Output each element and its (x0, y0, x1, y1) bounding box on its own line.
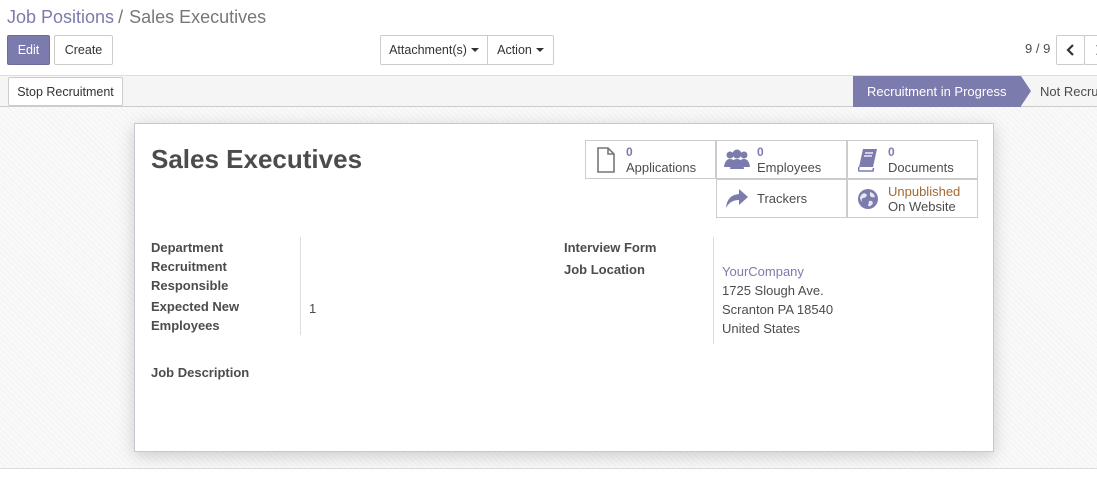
pager-value[interactable]: 9 / 9 (1025, 41, 1050, 56)
field-divider (713, 237, 714, 344)
stage-recruitment-in-progress[interactable]: Recruitment in Progress (853, 76, 1031, 107)
edit-button[interactable]: Edit (7, 35, 50, 65)
applications-button[interactable]: 0 Applications (585, 140, 716, 179)
chevron-right-icon (1095, 44, 1097, 56)
documents-count: 0 (888, 144, 895, 159)
attachments-dropdown[interactable]: Attachment(s) (380, 35, 488, 65)
website-status: Unpublished (888, 183, 961, 199)
applications-count: 0 (626, 144, 633, 159)
action-dropdown[interactable]: Action (487, 35, 554, 65)
recruitment-responsible-label-1: Recruitment (151, 259, 227, 274)
expected-employees-label-2: Employees (151, 318, 220, 333)
caret-down-icon (470, 48, 479, 52)
action-label: Action (497, 43, 532, 57)
website-label: On Website (888, 198, 956, 214)
employees-count: 0 (757, 144, 764, 159)
trackers-button[interactable]: Trackers (716, 179, 847, 218)
breadcrumb-job-positions[interactable]: Job Positions (7, 7, 114, 27)
attachments-label: Attachment(s) (389, 43, 467, 57)
trackers-label: Trackers (757, 191, 808, 206)
recruitment-responsible-label-2: Responsible (151, 278, 229, 293)
pager-previous-button[interactable] (1056, 35, 1085, 65)
users-icon (717, 149, 757, 171)
breadcrumb-separator: / (118, 7, 124, 27)
caret-down-icon (535, 48, 544, 52)
pager-next-button[interactable] (1084, 35, 1097, 65)
job-location-company-link[interactable]: YourCompany (722, 262, 804, 281)
control-panel: Job Positions / Sales Executives Edit Crea… (0, 0, 1097, 75)
employees-label: Employees (757, 159, 822, 175)
job-location-label: Job Location (564, 262, 645, 277)
employees-button[interactable]: 0 Employees (716, 140, 847, 179)
job-description-label: Job Description (151, 365, 250, 380)
job-location-city: Scranton PA 18540 (722, 302, 834, 317)
globe-icon (848, 188, 888, 210)
stop-recruitment-button[interactable]: Stop Recruitment (8, 77, 123, 106)
stage-not-recruiting[interactable]: Not Recruiting (1040, 76, 1097, 107)
book-icon (848, 148, 888, 172)
create-button[interactable]: Create (54, 35, 113, 65)
job-location-street: 1725 Slough Ave. (722, 283, 824, 298)
form-sheet: Sales Executives 0 Applications 0 Employee… (134, 123, 994, 452)
documents-button[interactable]: 0 Documents (847, 140, 978, 179)
interview-form-label: Interview Form (564, 240, 657, 255)
share-arrow-icon (717, 188, 757, 210)
breadcrumb: Job Positions / Sales Executives (7, 6, 266, 28)
applications-label: Applications (626, 159, 697, 175)
chevron-left-icon (1065, 44, 1074, 56)
department-label: Department (151, 240, 224, 255)
file-icon (586, 146, 626, 173)
job-title: Sales Executives (151, 144, 363, 174)
expected-employees-label-1: Expected New (151, 299, 240, 314)
website-publish-button[interactable]: Unpublished On Website (847, 179, 978, 218)
field-divider (300, 237, 301, 335)
status-bar: Stop Recruitment Recruitment in Progress… (0, 75, 1097, 107)
documents-label: Documents (888, 159, 954, 175)
expected-employees-value[interactable]: 1 (309, 299, 316, 318)
breadcrumb-current: Sales Executives (129, 7, 267, 27)
job-location-country: United States (722, 321, 801, 336)
